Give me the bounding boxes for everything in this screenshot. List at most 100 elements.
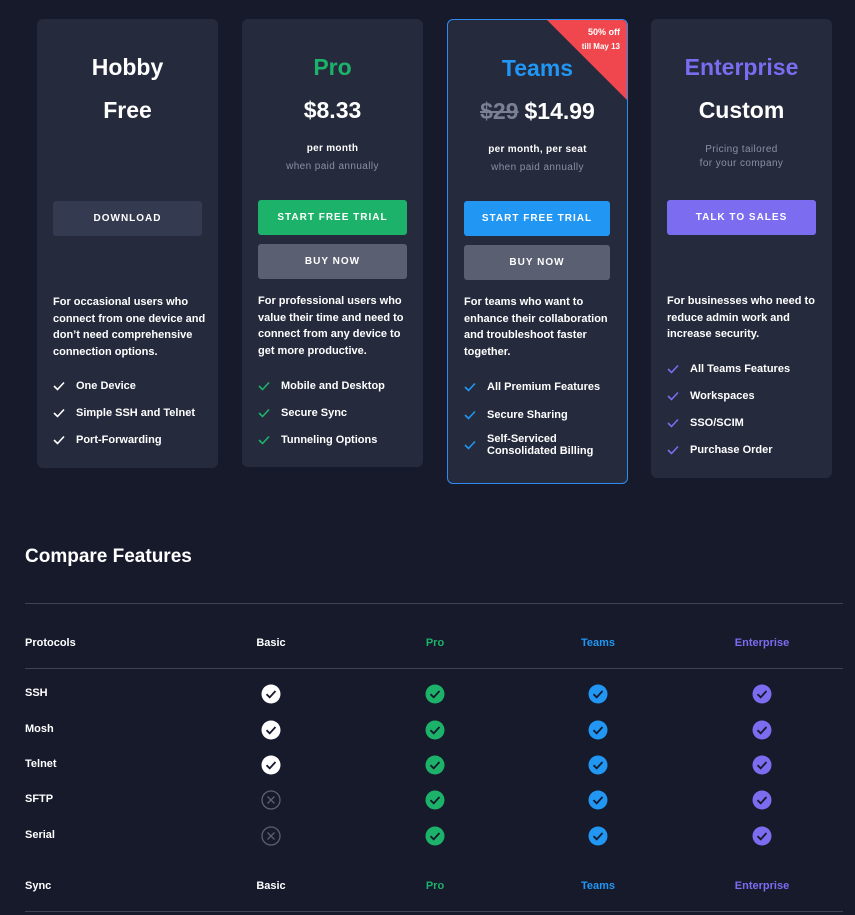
- plan-name: Hobby: [91, 54, 164, 80]
- feature-item: Port-Forwarding: [53, 434, 210, 446]
- feature-label: Secure Sharing: [487, 409, 568, 421]
- check-circle-icon: [588, 755, 608, 775]
- feature-item: Workspaces: [667, 390, 824, 402]
- feature-list: Mobile and Desktop Secure Sync Tunneling…: [258, 380, 415, 446]
- column-pro: Pro: [425, 637, 445, 649]
- check-icon: [667, 391, 679, 401]
- feature-label: Simple SSH and Telnet: [76, 407, 195, 419]
- check-icon: [667, 364, 679, 374]
- feature-item: Simple SSH and Telnet: [53, 407, 210, 419]
- feature-label: SSO/SCIM: [690, 417, 744, 429]
- feature-label: Workspaces: [690, 390, 755, 402]
- plan-description: For teams who want to enhance their coll…: [464, 296, 608, 358]
- feature-item: Secure Sync: [258, 407, 415, 419]
- plan-price: $8.33: [303, 97, 362, 123]
- feature-label: All Premium Features: [487, 381, 601, 393]
- check-circle-icon: [425, 720, 445, 740]
- check-icon: [464, 410, 476, 420]
- protocol-row: Mosh: [25, 720, 843, 740]
- compare-features-title: Compare Features: [25, 546, 192, 567]
- check-circle-icon: [588, 720, 608, 740]
- discount-label: 50% off: [587, 27, 620, 37]
- feature-list: One Device Simple SSH and Telnet Port-Fo…: [53, 380, 210, 446]
- old-price: $29: [480, 98, 519, 124]
- check-icon: [258, 408, 270, 418]
- feature-item: All Premium Features: [464, 381, 619, 393]
- check-icon: [464, 440, 476, 450]
- pricing-page: Hobby Free DOWNLOAD For occasional users…: [0, 0, 855, 915]
- protocol-name: Telnet: [25, 758, 57, 770]
- price-period-note: when paid annually: [491, 162, 584, 173]
- plan-price: $29 $14.99: [448, 98, 627, 125]
- check-circle-icon: [752, 684, 772, 704]
- column-enterprise: Enterprise: [734, 637, 790, 649]
- talk-to-sales-button[interactable]: TALK TO SALES: [667, 200, 816, 235]
- column-enterprise: Enterprise: [734, 880, 790, 892]
- feature-label: All Teams Features: [690, 363, 791, 375]
- check-icon: [667, 418, 679, 428]
- check-circle-icon: [752, 755, 772, 775]
- check-circle-icon: [425, 790, 445, 810]
- check-icon: [667, 445, 679, 455]
- check-icon: [464, 382, 476, 392]
- x-circle-icon: [261, 826, 281, 846]
- feature-item: Tunneling Options: [258, 434, 415, 446]
- protocol-name: Serial: [25, 829, 55, 841]
- price-period: per month, per seat: [488, 144, 587, 155]
- check-circle-icon: [425, 684, 445, 704]
- plan-price: Free: [103, 97, 152, 123]
- feature-label: One Device: [76, 380, 136, 392]
- plan-card-pro: Pro $8.33 per month when paid annually S…: [242, 19, 423, 467]
- plan-card-hobby: Hobby Free DOWNLOAD For occasional users…: [37, 19, 218, 468]
- check-circle-icon: [588, 826, 608, 846]
- protocol-row: Telnet: [25, 755, 843, 775]
- feature-label: Secure Sync: [281, 407, 348, 419]
- feature-item: SSO/SCIM: [667, 417, 824, 429]
- feature-item: Mobile and Desktop: [258, 380, 415, 392]
- start-free-trial-button[interactable]: START FREE TRIAL: [464, 201, 610, 236]
- feature-label: Purchase Order: [690, 444, 773, 456]
- column-teams: Teams: [580, 637, 616, 649]
- pricing-note: Pricing tailored: [705, 144, 778, 155]
- plan-description: For professional users who value their t…: [258, 295, 404, 357]
- feature-item: All Teams Features: [667, 363, 824, 375]
- check-circle-icon: [261, 720, 281, 740]
- protocol-name: SSH: [25, 687, 48, 699]
- check-icon: [258, 435, 270, 445]
- column-basic: Basic: [256, 637, 286, 649]
- price-period: per month: [306, 143, 359, 154]
- column-teams: Teams: [580, 880, 616, 892]
- feature-label: Consolidated Billing: [487, 445, 594, 457]
- column-basic: Basic: [256, 880, 286, 892]
- plan-price: Custom: [698, 97, 785, 123]
- buy-now-button[interactable]: BUY NOW: [258, 244, 407, 279]
- protocols-header: Protocols: [25, 637, 76, 649]
- download-button[interactable]: DOWNLOAD: [53, 201, 202, 236]
- check-icon: [258, 381, 270, 391]
- feature-item: Purchase Order: [667, 444, 824, 456]
- check-circle-icon: [752, 790, 772, 810]
- check-circle-icon: [588, 684, 608, 704]
- feature-label: Self-Serviced: [487, 433, 557, 445]
- protocol-row: SFTP: [25, 790, 843, 810]
- start-free-trial-button[interactable]: START FREE TRIAL: [258, 200, 407, 235]
- buy-now-button[interactable]: BUY NOW: [464, 245, 610, 280]
- x-circle-icon: [261, 790, 281, 810]
- divider: [25, 603, 843, 604]
- check-circle-icon: [752, 720, 772, 740]
- feature-label: Tunneling Options: [281, 434, 378, 446]
- discount-deadline: till May 13: [581, 42, 620, 51]
- sync-header-row: Sync Basic Pro Teams Enterprise: [25, 877, 843, 897]
- protocol-name: SFTP: [25, 793, 54, 805]
- plan-card-teams: 50% off till May 13 Teams $29 $14.99 per …: [447, 19, 628, 484]
- check-icon: [53, 435, 65, 445]
- check-circle-icon: [425, 755, 445, 775]
- check-icon: [53, 408, 65, 418]
- feature-item: One Device: [53, 380, 210, 392]
- feature-label: Mobile and Desktop: [281, 380, 385, 392]
- plan-name: Pro: [313, 54, 352, 80]
- current-price: $14.99: [524, 98, 595, 124]
- feature-list: All Premium Features Secure Sharing Self…: [464, 381, 619, 457]
- feature-item: Secure Sharing: [464, 409, 619, 421]
- check-circle-icon: [261, 684, 281, 704]
